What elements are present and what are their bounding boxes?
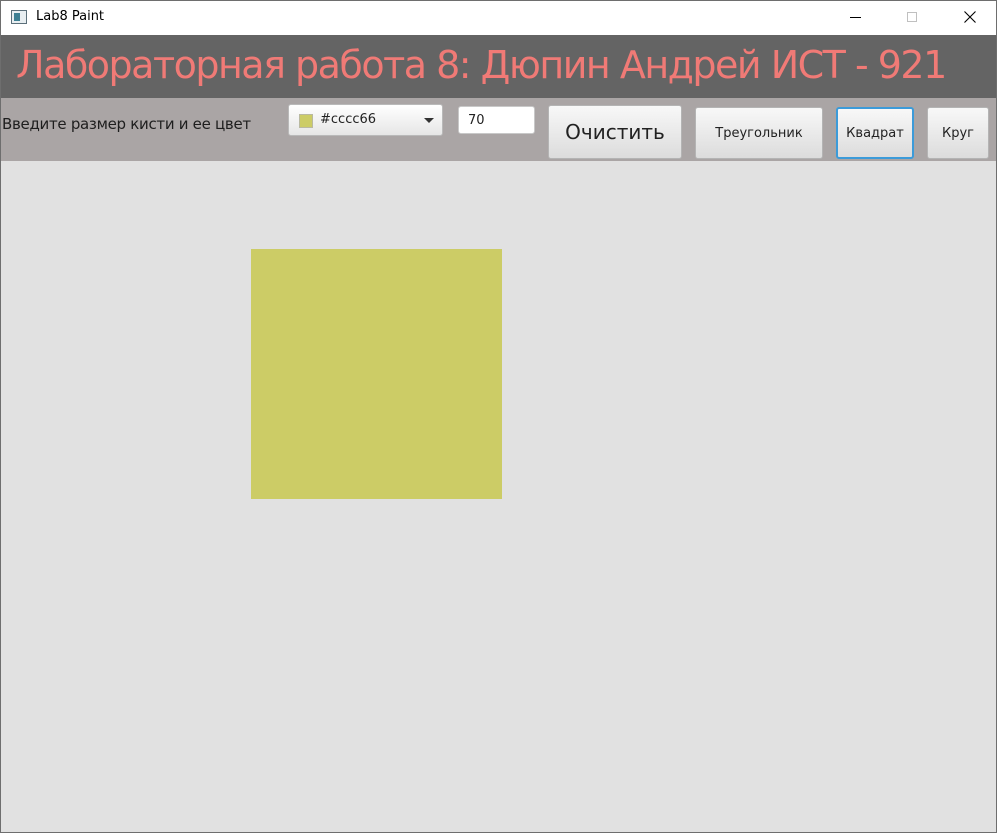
- toolbar: Введите размер кисти и ее цвет #cccc66 О…: [1, 98, 996, 161]
- square-button[interactable]: Квадрат: [836, 107, 914, 159]
- maximize-icon: [907, 12, 917, 22]
- color-picker[interactable]: #cccc66: [288, 104, 443, 136]
- app-window-icon: [11, 10, 27, 24]
- header-banner: Лабораторная работа 8: Дюпин Андрей ИСТ …: [1, 35, 996, 98]
- drawing-canvas[interactable]: [1, 161, 996, 832]
- close-icon: [964, 11, 976, 23]
- brush-settings-label: Введите размер кисти и ее цвет: [2, 115, 251, 133]
- triangle-button[interactable]: Треугольник: [695, 107, 823, 159]
- app-window: Lab8 Paint Лабораторная работа 8: Дюпин …: [0, 0, 997, 833]
- color-value: #cccc66: [320, 112, 377, 127]
- circle-button[interactable]: Круг: [927, 107, 989, 159]
- clear-button[interactable]: Очистить: [548, 105, 682, 159]
- page-title: Лабораторная работа 8: Дюпин Андрей ИСТ …: [16, 43, 947, 87]
- drawn-square-shape: [251, 249, 502, 499]
- close-button[interactable]: [947, 1, 993, 33]
- minimize-button[interactable]: [832, 1, 878, 33]
- minimize-icon: [849, 16, 861, 18]
- brush-size-input[interactable]: [458, 106, 535, 134]
- color-swatch: [299, 114, 313, 128]
- chevron-down-icon: [424, 118, 434, 123]
- title-bar[interactable]: Lab8 Paint: [1, 1, 996, 35]
- maximize-button[interactable]: [889, 1, 935, 33]
- window-title: Lab8 Paint: [36, 9, 105, 24]
